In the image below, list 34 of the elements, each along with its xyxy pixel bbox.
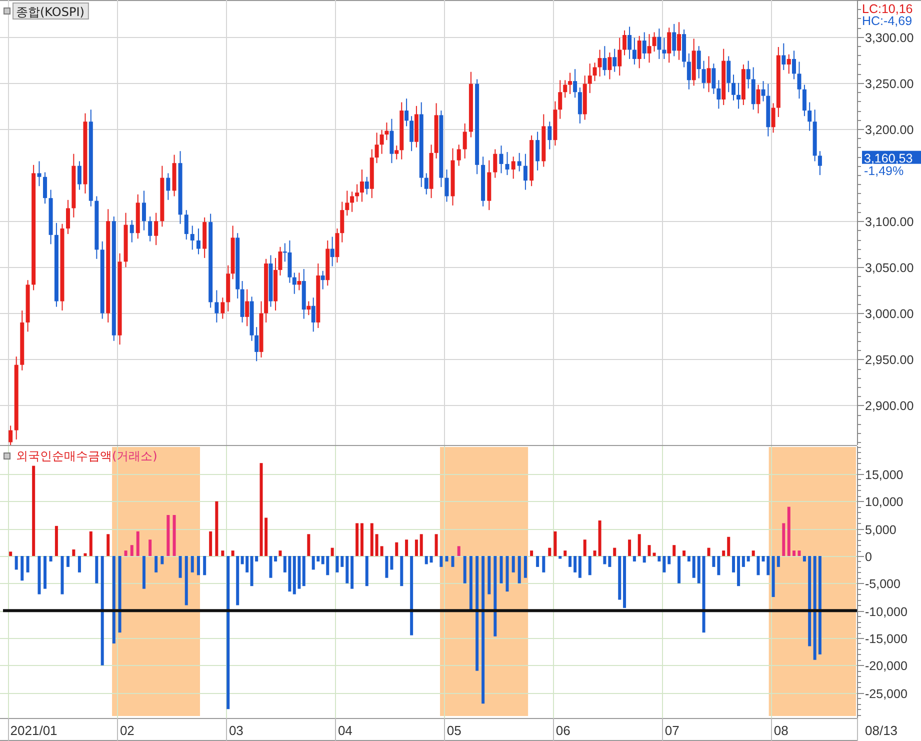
axis-label: -10,000	[865, 605, 908, 619]
axis-label: 15,000	[865, 468, 904, 482]
price-tag: 3,160,53	[862, 150, 921, 166]
axis-label: 3,200.00	[865, 123, 914, 137]
axis-label: 2021/01	[10, 723, 58, 738]
chart-title: 종합(KOSPI)	[16, 5, 84, 19]
axis-label: -15,000	[865, 632, 908, 646]
axis-label: 5,000	[865, 523, 896, 537]
axis-label: 2,950.00	[865, 353, 914, 367]
axis-label: 02	[120, 723, 134, 738]
info-label: HC:-4,69	[862, 14, 912, 28]
axis-label: 10,000	[865, 495, 904, 509]
change-label: -1,49%	[864, 164, 904, 178]
legend-tag: 종합(KOSPI)	[12, 2, 89, 20]
axis-label: 07	[664, 723, 680, 738]
axis-label: 08	[774, 723, 788, 738]
axis-label: 3,250.00	[865, 77, 914, 91]
axis-label: 3,300.00	[865, 31, 914, 45]
axis-label: 05	[446, 723, 462, 738]
axis-label: -20,000	[865, 659, 908, 673]
axis-label: -5,000	[865, 577, 900, 591]
info-label: LC:10,16	[862, 2, 913, 16]
axis-label: 2,900.00	[865, 399, 914, 413]
axis-label: 3,100.00	[865, 215, 914, 229]
axis-label: 0	[865, 550, 872, 564]
legend-subtitle: (거래소)	[112, 449, 158, 463]
axis-label: 03	[228, 723, 244, 738]
axis-label: 3,050.00	[865, 261, 914, 275]
axis-label: 04	[338, 723, 352, 738]
date-label: 08/13	[865, 723, 898, 738]
axis-label: 3,000.00	[865, 307, 914, 321]
axis-label: -25,000	[865, 687, 908, 701]
axis-label: 06	[556, 723, 570, 738]
legend-title: 외국인순매수금액	[16, 449, 112, 463]
